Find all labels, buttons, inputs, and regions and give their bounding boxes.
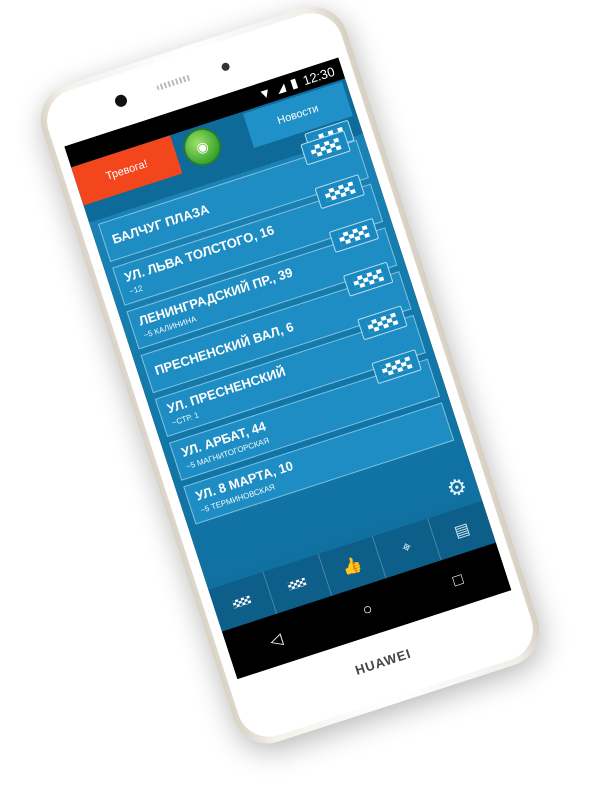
wifi-status-button[interactable]: ◉	[180, 125, 224, 169]
taxi-icon	[309, 137, 342, 159]
taxi-icon	[323, 181, 356, 202]
signal-icon: ◢	[275, 81, 287, 96]
taxi-icon	[287, 577, 307, 591]
id-card-icon: ▤	[452, 520, 473, 542]
order-subtext: ~12	[128, 283, 144, 297]
taxi-icon	[380, 356, 413, 377]
thumbs-up-icon: 👍	[340, 555, 365, 578]
taxi-icon	[352, 268, 385, 290]
battery-icon: ▮	[288, 74, 300, 92]
recents-icon[interactable]: □	[451, 571, 466, 591]
taxi-app: Тревога! ◉ Новости БАЛЧУГ ПЛАЗА УЛ. ЛЬВА…	[71, 78, 496, 632]
taxi-icon	[337, 225, 371, 246]
taxi-icon	[366, 312, 399, 334]
gear-icon: ⚙	[443, 472, 471, 503]
map-icon: ⌖	[400, 538, 414, 558]
back-icon[interactable]: ◁	[267, 629, 285, 652]
phone-mockup: ▼ ◢ ▮ 12:30 Тревога! ◉ Новости БАЛЧУГ ПЛ…	[31, 0, 549, 753]
wifi-status-icon: ▼	[256, 83, 274, 103]
home-icon[interactable]: ○	[360, 600, 375, 620]
wifi-icon: ◉	[193, 136, 211, 156]
taxi-icon	[232, 595, 252, 609]
